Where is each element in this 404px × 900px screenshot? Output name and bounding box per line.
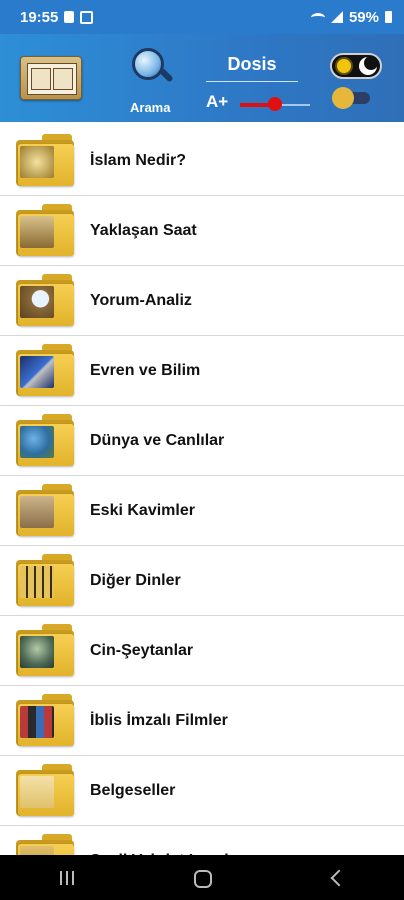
category-label: Dünya ve Canlılar bbox=[90, 432, 225, 449]
search-label[interactable]: Arama bbox=[130, 100, 170, 115]
category-row[interactable]: Belgeseller bbox=[0, 756, 404, 826]
navigation-bar bbox=[0, 855, 404, 900]
battery-level: 59% bbox=[348, 8, 379, 26]
category-row[interactable]: Yaklaşan Saat bbox=[0, 196, 404, 266]
folder-icon bbox=[16, 694, 74, 746]
gallery-icon bbox=[80, 10, 94, 24]
category-label: Yaklaşan Saat bbox=[90, 222, 197, 239]
switch-knob bbox=[332, 87, 354, 109]
category-row[interactable]: Cin-Şeytanlar bbox=[0, 616, 404, 686]
app-header: Arama Dosis A+ bbox=[0, 34, 404, 122]
category-row[interactable]: Diğer Dinler bbox=[0, 546, 404, 616]
alien-image bbox=[20, 636, 54, 668]
status-left: 19:55 bbox=[20, 8, 94, 26]
satellite-image bbox=[20, 356, 54, 388]
wifi-icon bbox=[310, 12, 325, 22]
folder-icon bbox=[16, 764, 74, 816]
category-row[interactable]: İblis İmzalı Filmler bbox=[0, 686, 404, 756]
search-button[interactable] bbox=[130, 46, 174, 86]
home-icon[interactable] bbox=[187, 863, 217, 893]
magnifier-image bbox=[20, 286, 54, 318]
folder-icon bbox=[16, 134, 74, 186]
religious-symbols-image bbox=[20, 566, 54, 598]
category-list: İslam Nedir? Yaklaşan Saat Yorum-Analiz Evr… bbox=[0, 126, 404, 896]
ruins-image bbox=[20, 496, 54, 528]
category-label: Evren ve Bilim bbox=[90, 362, 201, 379]
font-selector[interactable]: Dosis bbox=[206, 54, 298, 75]
folder-icon bbox=[16, 554, 74, 606]
font-size-label: A+ bbox=[206, 92, 229, 111]
night-mode-switch[interactable] bbox=[332, 87, 370, 109]
documentary-list-image bbox=[20, 776, 54, 808]
folder-icon bbox=[16, 484, 74, 536]
category-label: Diğer Dinler bbox=[90, 572, 181, 589]
category-label: Yorum-Analiz bbox=[90, 292, 192, 309]
back-icon[interactable] bbox=[322, 863, 352, 893]
folder-icon bbox=[16, 624, 74, 676]
font-selector-underline bbox=[206, 81, 298, 82]
film-posters-image bbox=[20, 706, 54, 738]
moon-icon bbox=[359, 56, 378, 75]
category-row[interactable]: Eski Kavimler bbox=[0, 476, 404, 546]
search-icon-handle bbox=[158, 67, 174, 83]
category-label: İblis İmzalı Filmler bbox=[90, 712, 228, 729]
category-label: Cin-Şeytanlar bbox=[90, 642, 194, 659]
category-row[interactable]: Evren ve Bilim bbox=[0, 336, 404, 406]
slider-thumb[interactable] bbox=[268, 97, 282, 111]
folder-icon bbox=[16, 204, 74, 256]
sim-icon bbox=[64, 11, 75, 23]
battery-icon bbox=[385, 11, 392, 23]
folder-icon bbox=[16, 344, 74, 396]
category-row[interactable]: İslam Nedir? bbox=[0, 126, 404, 196]
category-label: İslam Nedir? bbox=[90, 152, 187, 169]
recent-apps-icon[interactable] bbox=[52, 863, 82, 893]
category-label: Eski Kavimler bbox=[90, 502, 195, 519]
open-book-image bbox=[20, 216, 54, 248]
folder-icon bbox=[16, 274, 74, 326]
open-book-icon bbox=[27, 63, 77, 95]
book-button[interactable] bbox=[20, 56, 82, 100]
category-row[interactable]: Dünya ve Canlılar bbox=[0, 406, 404, 476]
folder-icon bbox=[16, 414, 74, 466]
status-bar: 19:55 59% bbox=[0, 0, 404, 34]
category-label: Belgeseller bbox=[90, 782, 176, 799]
earth-image bbox=[20, 426, 54, 458]
signal-icon bbox=[330, 11, 343, 23]
sun-icon bbox=[337, 59, 351, 73]
quran-calligraphy-image bbox=[20, 146, 54, 178]
status-time: 19:55 bbox=[20, 8, 59, 26]
theme-toggle[interactable] bbox=[330, 53, 382, 79]
status-right: 59% bbox=[310, 8, 392, 26]
font-size-slider[interactable] bbox=[240, 97, 310, 111]
category-row[interactable]: Yorum-Analiz bbox=[0, 266, 404, 336]
search-icon bbox=[132, 48, 164, 80]
